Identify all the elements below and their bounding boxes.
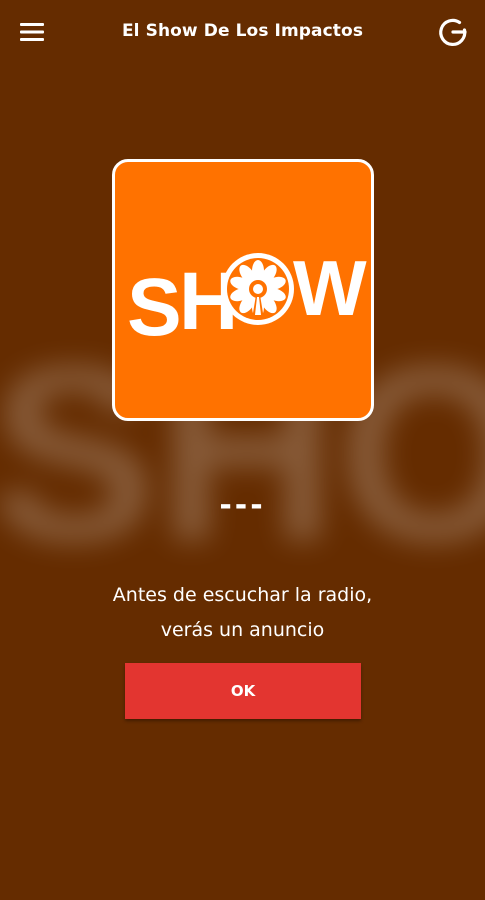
station-logo-card: S H W [112, 159, 374, 421]
menu-button[interactable] [12, 14, 52, 50]
logo-flower-icon [222, 253, 294, 325]
ok-button[interactable]: OK [125, 663, 361, 719]
ad-notice-message: Antes de escuchar la radio, verás un anu… [40, 578, 445, 648]
show-logo: S H W [127, 244, 367, 353]
logo-letter-s: S [127, 262, 182, 353]
logo-letter-w: W [293, 244, 367, 332]
hamburger-menu-icon [20, 23, 44, 41]
radio-player-screen: SHOW El Show De Los Impactos S H [0, 0, 485, 900]
ad-notice-line-2: verás un anuncio [160, 619, 325, 641]
ad-notice-line-1: Antes de escuchar la radio, [112, 584, 373, 606]
top-app-bar: El Show De Los Impactos [0, 0, 485, 64]
now-playing-track: --- [219, 488, 266, 523]
power-button[interactable] [433, 12, 473, 52]
page-title: El Show De Los Impactos [121, 21, 364, 41]
power-icon [439, 18, 467, 46]
